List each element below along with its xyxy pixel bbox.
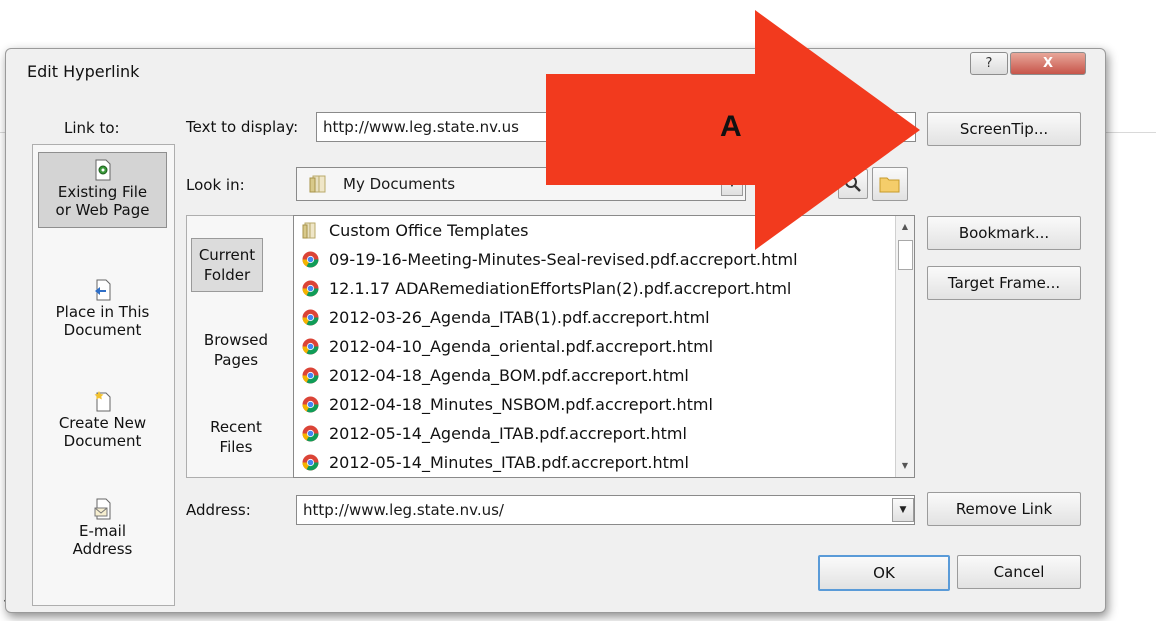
annotation-label: A: [720, 110, 742, 143]
annotation-arrow: [546, 10, 920, 250]
